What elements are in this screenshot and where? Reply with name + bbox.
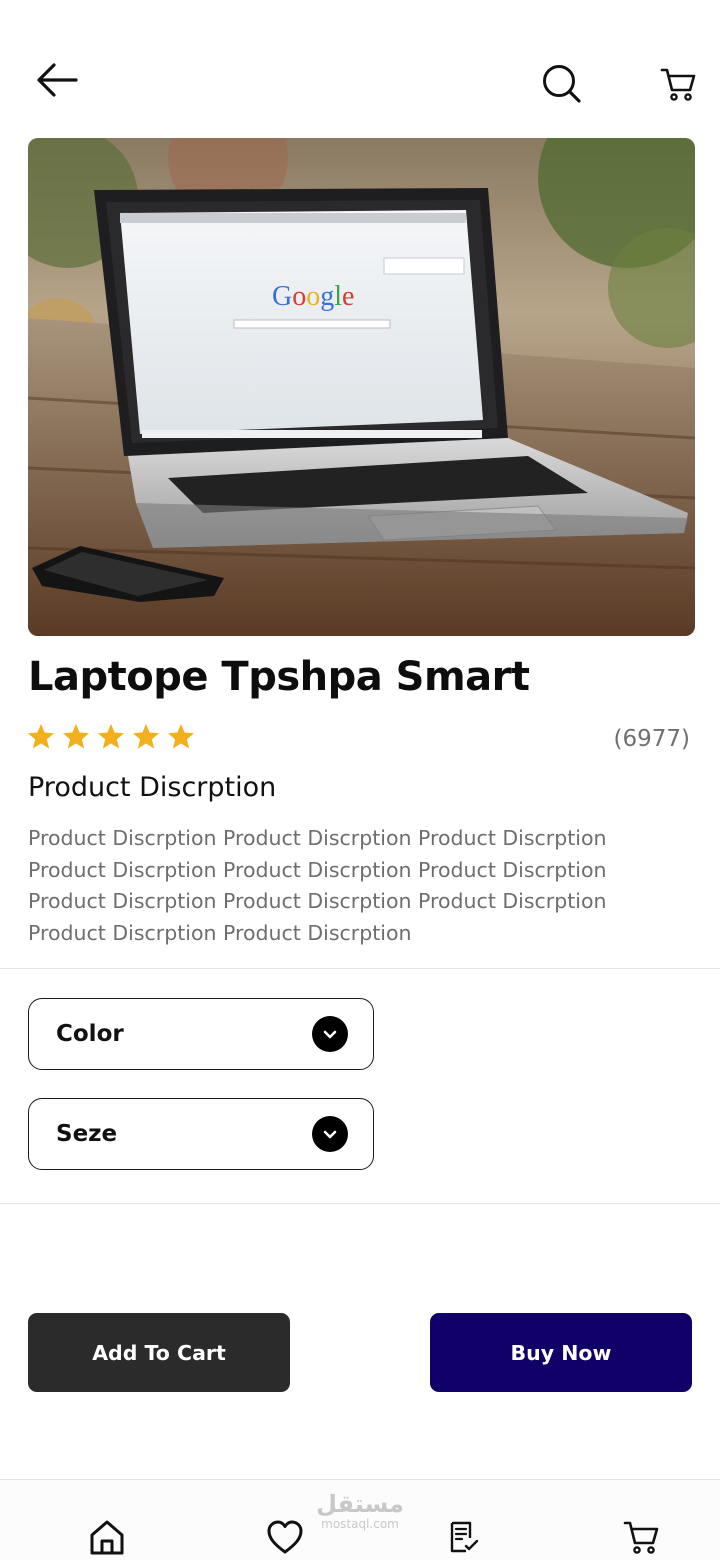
laptop-photo: Google MacBook Pro bbox=[28, 138, 695, 636]
top-app-bar bbox=[0, 0, 720, 130]
back-button[interactable] bbox=[28, 52, 84, 108]
svg-text:Google: Google bbox=[272, 281, 354, 312]
divider bbox=[0, 1203, 720, 1204]
size-select-label: Seze bbox=[56, 1121, 118, 1147]
search-icon bbox=[543, 65, 581, 103]
star-icon bbox=[28, 723, 54, 749]
orders-icon bbox=[450, 1521, 479, 1553]
color-select[interactable]: Color bbox=[28, 998, 374, 1070]
star-icon bbox=[168, 723, 194, 749]
home-icon bbox=[90, 1520, 124, 1555]
description-body: Product Discrption Product Discrption Pr… bbox=[28, 826, 607, 945]
watermark-arabic: مستقل bbox=[316, 1490, 404, 1518]
watermark: مستقل mostaql.com bbox=[313, 1490, 407, 1531]
star-icon bbox=[63, 723, 89, 749]
star-icon bbox=[133, 723, 159, 749]
rating-count: (6977) bbox=[613, 726, 690, 752]
search-button[interactable] bbox=[532, 56, 592, 112]
buy-now-button[interactable]: Buy Now bbox=[430, 1313, 692, 1392]
rating-stars bbox=[26, 722, 196, 752]
nav-home[interactable] bbox=[84, 1514, 130, 1560]
divider bbox=[0, 968, 720, 969]
color-select-label: Color bbox=[56, 1021, 124, 1047]
product-image: Google MacBook Pro bbox=[28, 138, 695, 636]
star-icon bbox=[98, 723, 124, 749]
bottom-nav: مستقل mostaql.com bbox=[0, 1479, 720, 1560]
heart-icon bbox=[267, 1520, 303, 1554]
chevron-down-icon bbox=[312, 1016, 348, 1052]
nav-favorites[interactable] bbox=[262, 1514, 308, 1560]
nav-orders[interactable] bbox=[440, 1514, 486, 1560]
arrow-left-icon bbox=[37, 63, 78, 97]
description-heading: Product Discrption bbox=[28, 772, 277, 803]
nav-cart[interactable] bbox=[618, 1514, 664, 1560]
cart-button[interactable] bbox=[648, 56, 708, 112]
cart-icon bbox=[660, 68, 696, 101]
size-select[interactable]: Seze bbox=[28, 1098, 374, 1170]
watermark-latin: mostaql.com bbox=[321, 1517, 399, 1531]
add-to-cart-button[interactable]: Add To Cart bbox=[28, 1313, 290, 1392]
cart-icon bbox=[623, 1521, 659, 1554]
product-title: Laptope Tpshpa Smart bbox=[28, 654, 530, 700]
chevron-down-icon bbox=[312, 1116, 348, 1152]
